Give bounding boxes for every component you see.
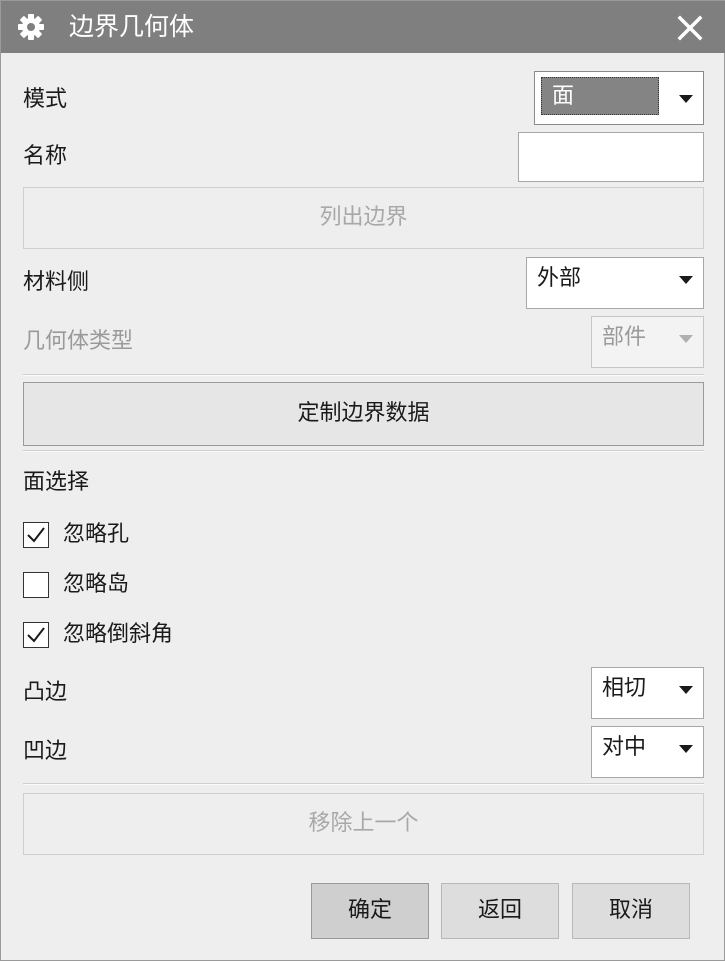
chevron-down-icon	[679, 95, 693, 103]
mode-selected-highlight: 面	[541, 77, 659, 115]
chevron-down-icon	[679, 276, 693, 284]
gear-icon	[17, 13, 45, 41]
geometry-type-select[interactable]: 部件	[591, 316, 704, 368]
boundary-geometry-dialog: 边界几何体 模式 面 名称 列出边界 材料侧 外部 几何体类型 部件 定制边界数…	[0, 0, 725, 961]
custom-boundary-data-button[interactable]: 定制边界数据	[23, 382, 704, 446]
chevron-down-icon	[679, 335, 693, 343]
section-divider	[23, 450, 704, 452]
concave-edge-value: 对中	[602, 735, 647, 760]
chevron-down-icon	[679, 686, 693, 694]
mode-value: 面	[552, 84, 575, 109]
ignore-chamfers-label[interactable]: 忽略倒斜角	[63, 620, 173, 650]
ignore-islands-checkbox[interactable]	[23, 572, 49, 598]
name-input[interactable]	[518, 132, 704, 182]
section-divider	[23, 374, 704, 376]
ignore-holes-label[interactable]: 忽略孔	[63, 520, 129, 550]
material-side-label: 材料侧	[23, 270, 90, 295]
mode-select[interactable]: 面	[534, 71, 704, 125]
chevron-down-icon	[679, 745, 693, 753]
ignore-islands-label[interactable]: 忽略岛	[63, 570, 129, 600]
title-bar[interactable]: 边界几何体	[1, 1, 725, 53]
section-divider	[23, 783, 704, 785]
concave-edge-select[interactable]: 对中	[591, 726, 704, 778]
ok-button[interactable]: 确定	[311, 883, 429, 939]
remove-last-button[interactable]: 移除上一个	[23, 793, 704, 855]
convex-edge-label: 凸边	[23, 680, 68, 705]
ignore-chamfers-checkbox[interactable]	[23, 622, 49, 648]
face-selection-heading: 面选择	[23, 470, 90, 495]
dialog-title: 边界几何体	[69, 12, 195, 41]
mode-label: 模式	[23, 87, 68, 112]
convex-edge-select[interactable]: 相切	[591, 667, 704, 719]
list-boundaries-button[interactable]: 列出边界	[23, 187, 704, 249]
convex-edge-value: 相切	[602, 676, 647, 701]
cancel-button[interactable]: 取消	[572, 883, 690, 939]
name-label: 名称	[23, 144, 68, 169]
back-button[interactable]: 返回	[441, 883, 559, 939]
concave-edge-label: 凹边	[23, 739, 68, 764]
material-side-select[interactable]: 外部	[526, 257, 704, 309]
geometry-type-label: 几何体类型	[23, 329, 134, 354]
geometry-type-value: 部件	[602, 325, 647, 350]
close-icon[interactable]	[675, 13, 705, 43]
material-side-value: 外部	[537, 266, 582, 291]
ignore-holes-checkbox[interactable]	[23, 522, 49, 548]
